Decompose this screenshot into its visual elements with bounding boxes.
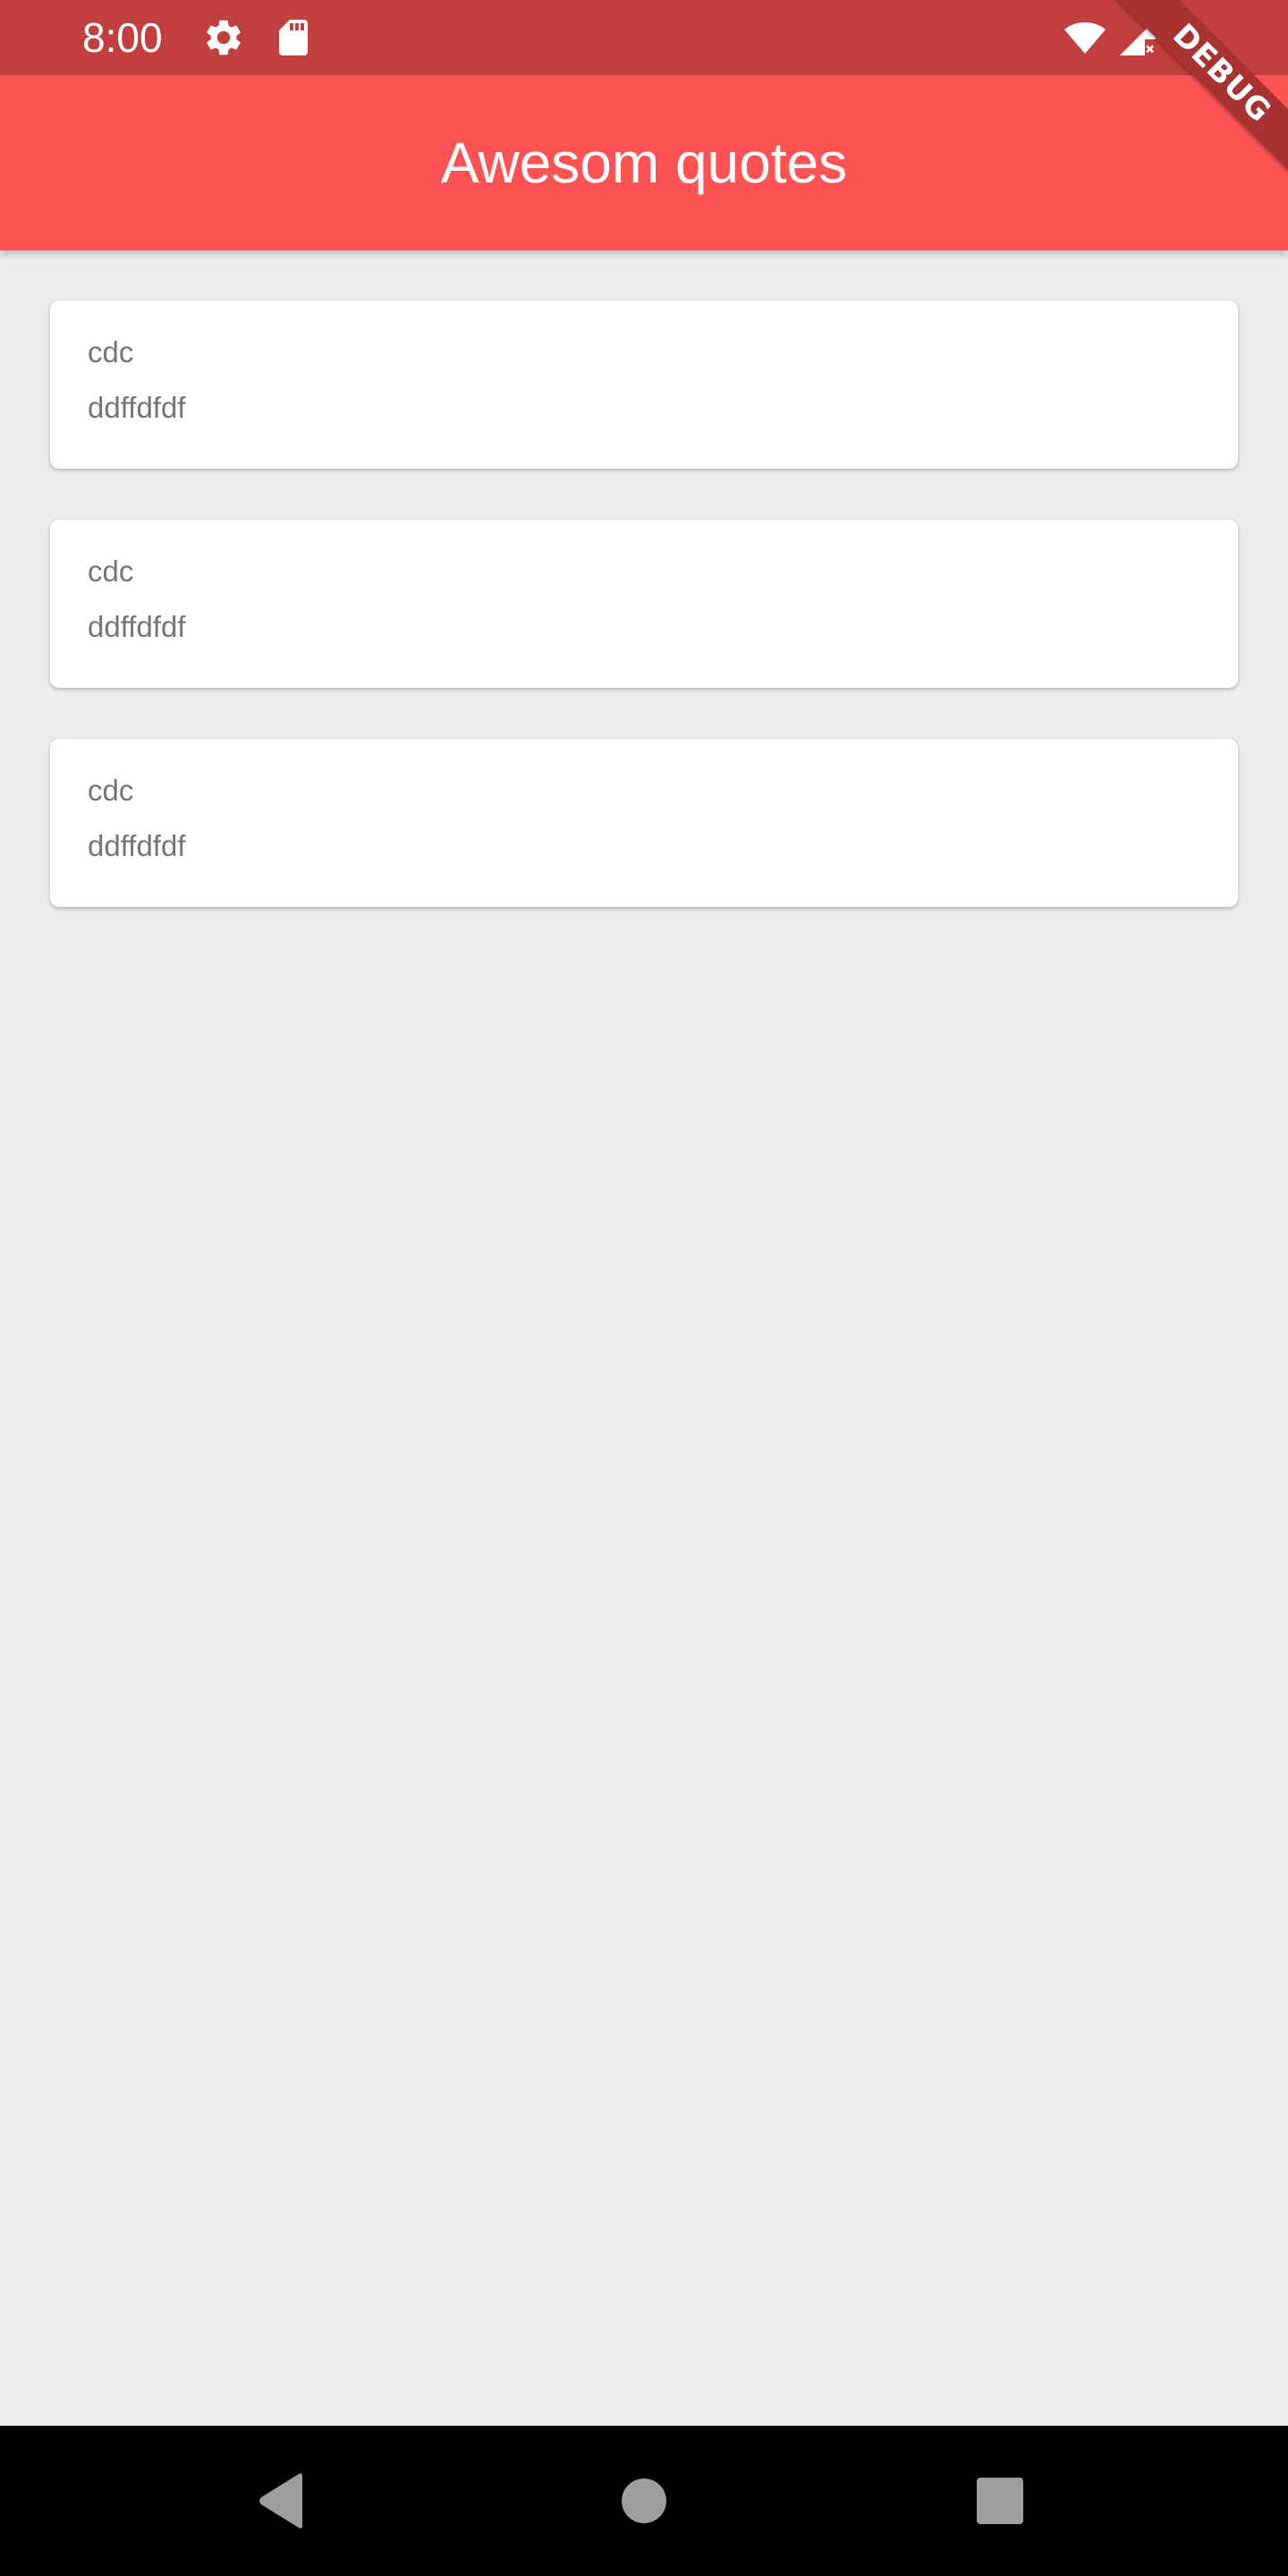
home-icon[interactable]: [608, 2465, 680, 2537]
navigation-bar: [0, 2426, 1288, 2576]
battery-icon: [1172, 16, 1215, 59]
quote-card[interactable]: cdc ddffdfdf: [50, 739, 1238, 907]
wifi-icon: [1063, 16, 1106, 59]
quote-card[interactable]: cdc ddffdfdf: [50, 301, 1238, 469]
status-bar: 8:00: [0, 0, 1288, 75]
app-screen: 8:00 DEBUG Awesom quotes cdc ddffdfdf cd…: [0, 0, 1288, 2576]
quote-text: cdc: [88, 774, 134, 807]
status-time: 8:00: [82, 14, 163, 61]
app-bar: Awesom quotes: [0, 75, 1288, 250]
quote-author: ddffdfdf: [88, 610, 186, 643]
quote-text: cdc: [88, 555, 134, 588]
sd-card-icon: [272, 16, 315, 59]
gear-icon: [202, 16, 245, 59]
quote-list: cdc ddffdfdf cdc ddffdfdf cdc ddffdfdf: [50, 301, 1238, 958]
back-icon[interactable]: [247, 2465, 318, 2537]
quote-author: ddffdfdf: [88, 829, 186, 862]
recents-icon[interactable]: [964, 2465, 1036, 2537]
quote-author: ddffdfdf: [88, 391, 186, 424]
quote-text: cdc: [88, 335, 134, 369]
quote-card[interactable]: cdc ddffdfdf: [50, 520, 1238, 688]
page-title: Awesom quotes: [440, 131, 848, 195]
signal-no-data-icon: [1116, 16, 1159, 59]
